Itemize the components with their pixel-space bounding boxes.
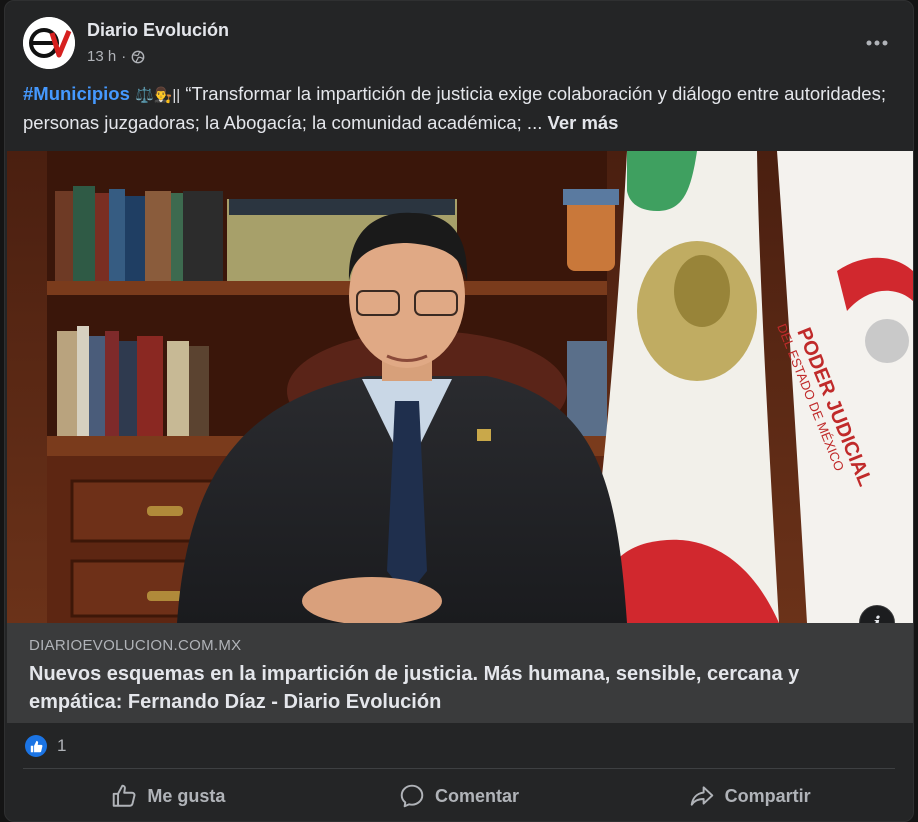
share-button[interactable]: Compartir (604, 774, 895, 818)
link-preview[interactable]: DIARIOEVOLUCION.COM.MX Nuevos esquemas e… (7, 623, 913, 723)
more-dots-icon (866, 40, 888, 46)
globe-icon (131, 50, 145, 63)
post-meta: 13 h · (87, 48, 145, 65)
comment-label: Comentar (435, 785, 520, 806)
reaction-count: 1 (57, 736, 67, 755)
comment-bubble-icon (400, 784, 424, 808)
like-label: Me gusta (147, 785, 226, 806)
share-label: Compartir (724, 785, 811, 806)
page-avatar[interactable] (23, 17, 75, 69)
diario-evolucion-logo-icon (23, 17, 75, 69)
author-name[interactable]: Diario Evolución (87, 20, 229, 41)
actions-divider (23, 768, 895, 769)
see-more-link[interactable]: Ver más (548, 112, 619, 133)
link-title: Nuevos esquemas en la impartición de jus… (29, 663, 800, 713)
more-options-button[interactable] (859, 25, 895, 61)
post-card: Diario Evolución 13 h · #Municipios ⚖️👨‍… (4, 0, 914, 822)
meta-separator: · (121, 48, 127, 65)
post-text: #Municipios ⚖️👨‍⚖️|| “Transformar la imp… (23, 80, 893, 136)
speaker-photo: PODER JUDICIAL DEL ESTADO DE MÉXICO (7, 151, 913, 623)
like-reaction-icon (25, 735, 47, 757)
post-header: Diario Evolución 13 h · (23, 15, 895, 71)
hashtag-link[interactable]: #Municipios (23, 83, 130, 104)
comment-button[interactable]: Comentar (314, 774, 605, 818)
post-image[interactable]: PODER JUDICIAL DEL ESTADO DE MÉXICO i (7, 151, 913, 623)
reactions-summary[interactable]: 1 (25, 734, 66, 758)
post-time[interactable]: 13 h (87, 48, 116, 65)
link-domain: DIARIOEVOLUCION.COM.MX (29, 637, 242, 654)
scale-emoji-icon: ⚖️👨‍⚖️|| (135, 87, 181, 104)
action-bar: Me gusta Comentar Compartir (23, 774, 895, 818)
thumbs-up-icon (113, 784, 136, 807)
share-arrow-icon (690, 786, 713, 806)
like-button[interactable]: Me gusta (23, 774, 314, 818)
